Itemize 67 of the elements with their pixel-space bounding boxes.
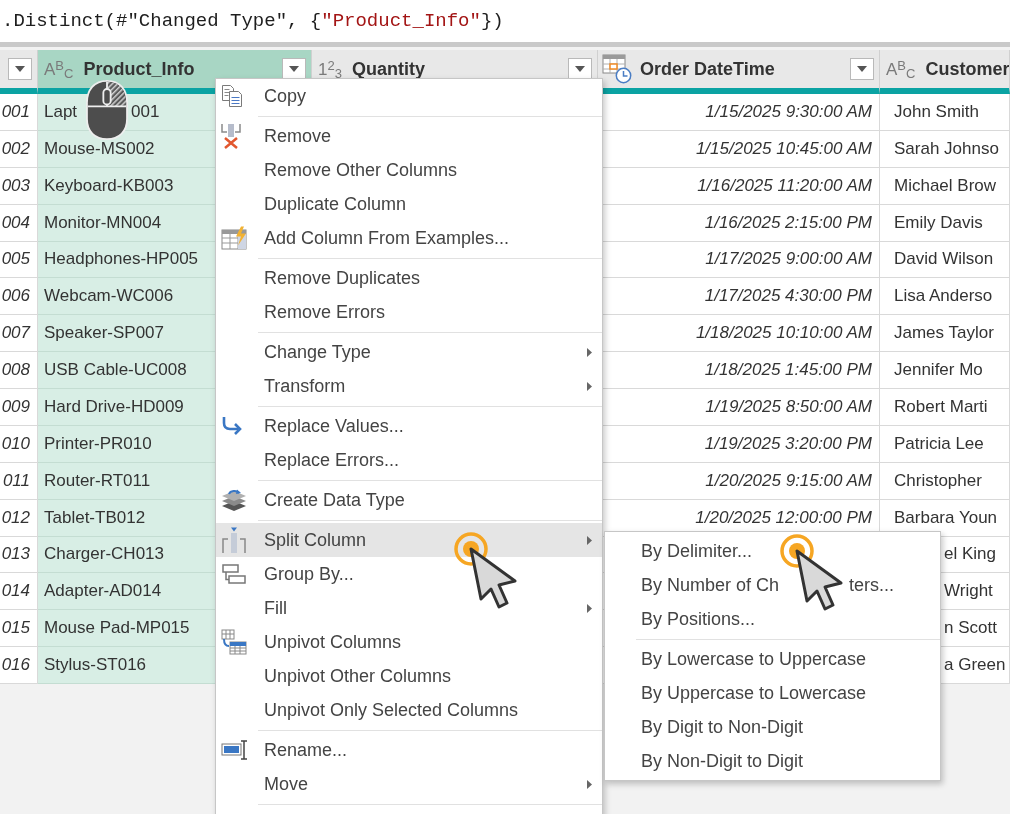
menu-item[interactable]: Split Column — [216, 523, 602, 557]
table-lightning-icon — [221, 226, 247, 250]
layers-icon — [221, 488, 247, 512]
click-cursor-icon — [779, 533, 843, 613]
table-cell: Jennifer Mo — [880, 352, 1010, 389]
submenu-arrow-icon — [587, 381, 592, 391]
table-cell: 013 — [0, 536, 38, 574]
menu-item[interactable]: By Digit to Non-Digit — [605, 710, 940, 744]
submenu-arrow-icon — [587, 779, 592, 789]
column-header[interactable]: A$^{B}$$_{C}$ Customer — [880, 50, 1010, 94]
table-cell: Sarah Johnso — [880, 130, 1010, 168]
column-header[interactable] — [0, 50, 38, 94]
filter-button[interactable] — [282, 58, 306, 80]
column-title: Customer — [925, 58, 1009, 80]
table-cell: Robert Marti — [880, 389, 1010, 426]
caret-down-icon — [289, 66, 299, 72]
rename-field-icon — [221, 739, 249, 761]
table-cell: 001 — [0, 94, 38, 131]
caret-down-icon — [575, 66, 585, 72]
caret-down-icon — [857, 66, 867, 72]
menu-item[interactable]: Rename... — [216, 733, 602, 767]
table-cell: 009 — [0, 389, 38, 426]
column-title: Order DateTime — [640, 58, 775, 80]
table-cell: 002 — [0, 130, 38, 168]
table-cell: James Taylor — [880, 315, 1010, 353]
table-cell: 012 — [0, 499, 38, 537]
caret-down-icon — [15, 66, 25, 72]
submenu-arrow-icon — [587, 535, 592, 545]
curved-arrow-icon — [221, 416, 243, 436]
table-cell: 003 — [0, 167, 38, 205]
split-column-icon — [221, 527, 247, 553]
table-cell: 004 — [0, 204, 38, 242]
table-cell: 010 — [0, 425, 38, 463]
computer-mouse-icon — [85, 79, 129, 141]
table-cell: 006 — [0, 278, 38, 316]
table-cell: 015 — [0, 610, 38, 648]
table-arrow-icon — [221, 629, 247, 655]
menu-item[interactable]: Move — [216, 767, 602, 801]
table-cell: Lisa Anderso — [880, 278, 1010, 316]
table-cell: 005 — [0, 241, 38, 279]
table-cell: 008 — [0, 352, 38, 389]
copy-icon — [221, 84, 243, 108]
menu-item[interactable]: By Non-Digit to Digit — [605, 744, 940, 778]
table-cell: Patricia Lee — [880, 425, 1010, 463]
filter-button[interactable] — [568, 58, 592, 80]
table-cell: 016 — [0, 647, 38, 684]
table-cell: Emily Davis — [880, 204, 1010, 242]
column-title: Quantity — [351, 58, 425, 80]
menu-item[interactable]: Unpivot Only Selected Columns — [216, 693, 602, 727]
column-title: Product_Info — [83, 58, 195, 80]
filter-button[interactable] — [8, 58, 32, 80]
formula-field[interactable]: .Distinct(#"Changed Type", {"Product_Info"}) — [0, 0, 1010, 42]
table-cell: 014 — [0, 573, 38, 611]
table-cell: 007 — [0, 315, 38, 353]
table-cell: Christopher — [880, 462, 1010, 500]
submenu-arrow-icon — [587, 603, 592, 613]
column-header[interactable]: Order DateTime — [598, 50, 880, 94]
click-cursor-icon — [453, 531, 517, 611]
table-cell: Michael Brow — [880, 167, 1010, 205]
filter-button[interactable] — [850, 58, 874, 80]
table-cell: David Wilson — [880, 241, 1010, 279]
remove-column-icon — [221, 123, 241, 149]
calendar-clock-icon — [602, 54, 632, 84]
table-cell: 011 — [0, 462, 38, 500]
group-by-icon — [221, 563, 247, 585]
submenu-arrow-icon — [587, 347, 592, 357]
table-cell: John Smith — [880, 94, 1010, 131]
